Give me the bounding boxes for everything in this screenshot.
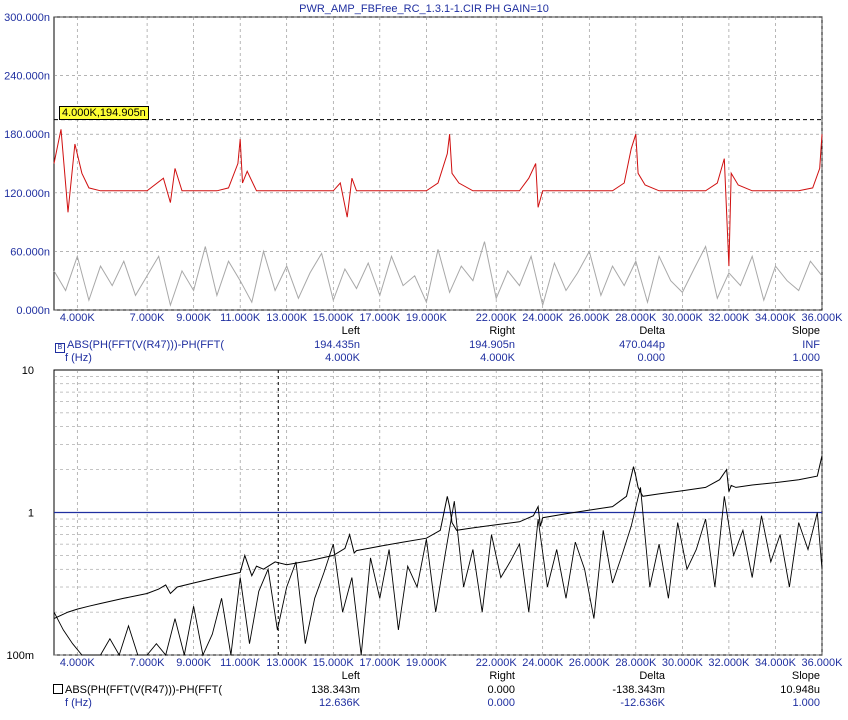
upper-left-value: 194.435n — [314, 339, 360, 351]
y-tick-label: 180.000n — [4, 129, 50, 141]
x-tick-label: 7.000K — [130, 657, 166, 669]
lower-delta-x: -12.636K — [620, 697, 665, 709]
lower-right-x: 0.000 — [487, 697, 515, 709]
upper-main-series-line — [53, 129, 823, 267]
y-tick-label: 100m — [6, 650, 34, 662]
x-tick-label: 32.000K — [708, 657, 750, 669]
upper-delta-value: 470.044p — [619, 339, 665, 351]
x-tick-label: 11.000K — [220, 312, 261, 324]
readout-header-delta: Delta — [639, 325, 665, 337]
upper-series-name[interactable]: B ABS(PH(FFT(V(R47)))-PH(FFT( — [55, 339, 224, 353]
upper-right-x: 4.000K — [480, 352, 515, 364]
x-tick-label: 13.000K — [266, 312, 308, 324]
upper-slope-value: INF — [802, 339, 820, 351]
y-tick-label: 0.000n — [16, 305, 50, 317]
x-tick-label: 19.000K — [406, 657, 448, 669]
lower-slope-x: 1.000 — [792, 697, 820, 709]
upper-plot-grid — [53, 16, 823, 311]
upper-readout-row-2: f (Hz) 4.000K 4.000K 0.000 1.000 — [0, 352, 848, 365]
upper-right-value: 194.905n — [469, 339, 515, 351]
upper-slope-x: 1.000 — [792, 352, 820, 364]
plot-frame — [53, 16, 823, 311]
lower-x-name: f (Hz) — [65, 697, 92, 709]
x-tick-label: 17.000K — [359, 312, 401, 324]
lower-readout-row-2: f (Hz) 12.636K 0.000 -12.636K 1.000 — [0, 697, 848, 710]
x-tick-label: 7.000K — [130, 312, 166, 324]
x-tick-label: 22.000K — [476, 657, 518, 669]
lower-right-value: 0.000 — [487, 684, 515, 696]
lower-readout-row-1: ABS(PH(FFT(V(R47)))-PH(FFT( 138.343m 0.0… — [0, 684, 848, 697]
readout-header-left: Left — [341, 670, 360, 682]
upper-delta-x: 0.000 — [637, 352, 665, 364]
x-tick-label: 26.000K — [569, 657, 611, 669]
readout-header-right: Right — [489, 670, 515, 682]
upper-x-name: f (Hz) — [65, 352, 92, 364]
upper-x-tick-labels: 4.000K 7.000K 9.000K 11.000K 13.000K 15.000K 1… — [60, 312, 843, 324]
x-tick-label: 22.000K — [476, 312, 518, 324]
x-tick-label: 19.000K — [406, 312, 448, 324]
lower-slope-value: 10.948u — [780, 684, 820, 696]
y-tick-label: 120.000n — [4, 188, 50, 200]
x-tick-label: 11.000K — [220, 657, 261, 669]
cursor-value-label: 4.000K,194.905n — [59, 106, 149, 120]
y-tick-label: 60.000n — [10, 246, 50, 258]
x-tick-label: 4.000K — [60, 657, 96, 669]
lower-y-tick-labels: 100m 1 10 — [6, 365, 34, 662]
readout-header-slope: Slope — [791, 325, 820, 337]
readout-header-right: Right — [489, 325, 515, 337]
x-tick-label: 24.000K — [522, 657, 564, 669]
x-tick-label: 9.000K — [176, 657, 212, 669]
readout-header-slope: Slope — [791, 670, 820, 682]
readout-header-delta: Delta — [639, 670, 665, 682]
x-tick-label: 4.000K — [60, 312, 96, 324]
x-tick-label: 17.000K — [359, 657, 401, 669]
x-tick-label: 9.000K — [176, 312, 212, 324]
lower-left-value: 138.343m — [311, 684, 360, 696]
lower-delta-value: -138.343m — [612, 684, 665, 696]
x-tick-label: 15.000K — [313, 657, 355, 669]
x-tick-label: 15.000K — [313, 312, 355, 324]
x-tick-label: 34.000K — [755, 312, 797, 324]
upper-readout-header: Left Right Delta Slope — [0, 325, 848, 338]
x-tick-label: 36.000K — [802, 657, 844, 669]
lower-main-series-line — [53, 455, 823, 620]
x-tick-label: 36.000K — [802, 312, 844, 324]
lower-left-x: 12.636K — [319, 697, 360, 709]
x-tick-label: 24.000K — [522, 312, 564, 324]
x-tick-label: 34.000K — [755, 657, 797, 669]
y-tick-label: 10 — [22, 365, 34, 377]
lower-readout-header: Left Right Delta Slope — [0, 670, 848, 683]
x-tick-label: 26.000K — [569, 312, 611, 324]
lower-x-tick-labels: 4.000K 7.000K 9.000K 11.000K 13.000K 15.000K 1… — [60, 657, 843, 669]
x-tick-label: 32.000K — [708, 312, 750, 324]
x-tick-label: 30.000K — [662, 657, 704, 669]
y-tick-label: 1 — [28, 508, 34, 520]
x-tick-label: 30.000K — [662, 312, 704, 324]
upper-readout-row-1: B ABS(PH(FFT(V(R47)))-PH(FFT( 194.435n 19… — [0, 339, 848, 353]
y-tick-label: 300.000n — [4, 12, 50, 24]
upper-y-tick-labels: 0.000n 60.000n 120.000n 180.000n 240.000n 300… — [4, 12, 50, 317]
marker-square-icon — [53, 684, 63, 694]
x-tick-label: 13.000K — [266, 657, 308, 669]
y-tick-label: 240.000n — [4, 71, 50, 83]
lower-series-name[interactable]: ABS(PH(FFT(V(R47)))-PH(FFT( — [53, 684, 222, 696]
x-tick-label: 28.000K — [615, 312, 657, 324]
upper-left-x: 4.000K — [325, 352, 360, 364]
readout-header-left: Left — [341, 325, 360, 337]
x-tick-label: 28.000K — [615, 657, 657, 669]
